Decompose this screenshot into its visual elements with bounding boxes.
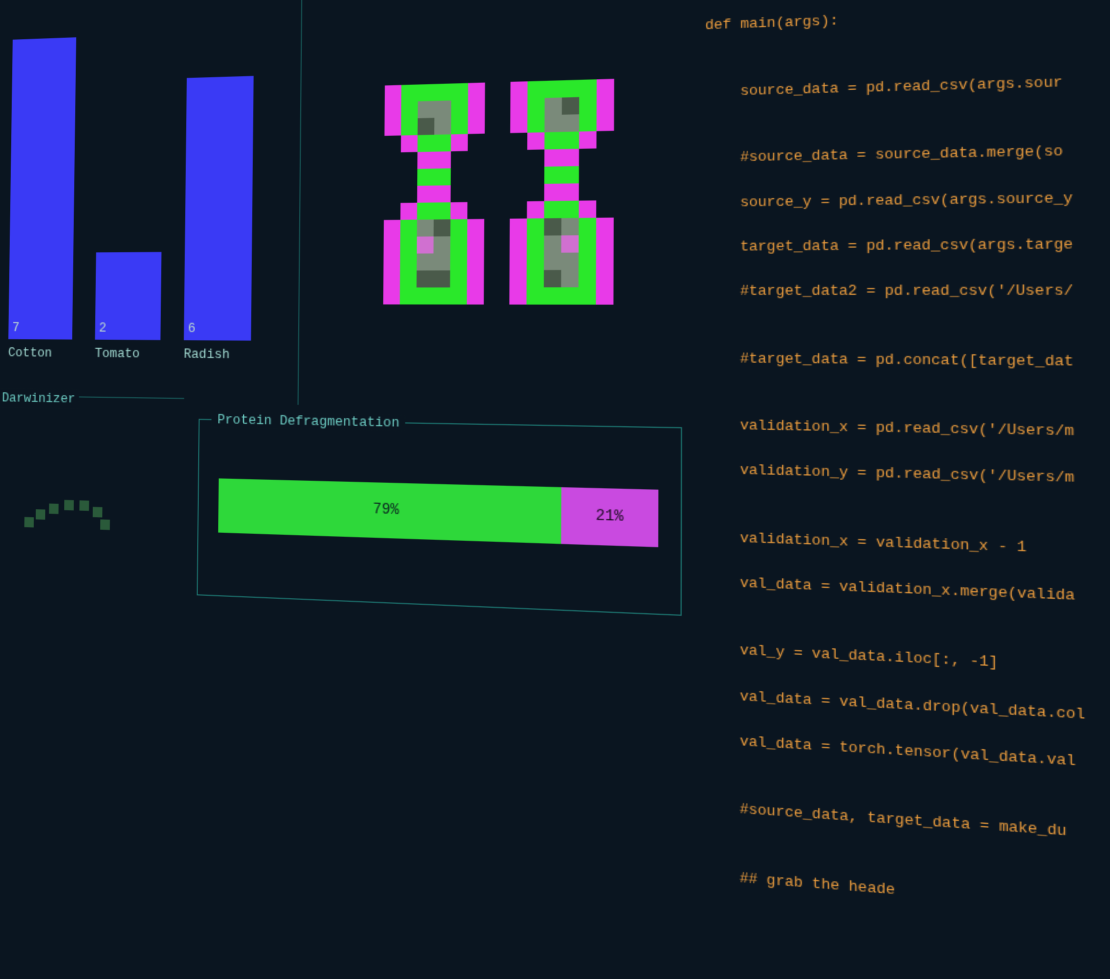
protein-defrag-panel: Protein Defragmentation 79% 21%: [197, 419, 682, 616]
code-line: val_y = val_data.iloc[:, -1]: [704, 638, 1110, 687]
bar-radish: 6 Radish: [184, 76, 256, 363]
code-line: validation_y = pd.read_csv('/Users/m: [704, 459, 1110, 495]
bar-tomato: 2 Tomato: [95, 252, 164, 362]
chromosome-panel: [309, 0, 694, 411]
darwinizer-panel: Darwinizer: [0, 395, 184, 605]
code-line: source_data = pd.read_csv(args.sour: [705, 66, 1110, 103]
protein-seg-a-label: 79%: [373, 502, 399, 520]
protein-seg-b-label: 21%: [596, 508, 624, 526]
darwinizer-title: Darwinizer: [0, 388, 79, 408]
chromosome-right-icon: [509, 79, 614, 305]
code-line: [704, 504, 1110, 519]
spiral-icon: [15, 446, 130, 551]
protein-title: Protein Defragmentation: [211, 412, 405, 431]
code-line: def main(args):: [705, 0, 1110, 37]
code-line: #target_data = pd.concat([target_dat: [705, 347, 1110, 375]
bar-label: Radish: [184, 346, 230, 362]
bar-label: Cotton: [8, 345, 52, 360]
code-line: validation_x = validation_x - 1: [704, 526, 1110, 567]
code-line: ## grab the heade: [704, 864, 1110, 929]
code-line: [705, 392, 1110, 399]
code-line: source_y = pd.read_csv(args.source_y: [705, 184, 1110, 214]
code-line: #source_data, target_data = make_du: [704, 796, 1110, 856]
code-editor[interactable]: if torch.c def main(args): source_data =…: [704, 0, 1110, 658]
chromosome-pair-icon: [383, 79, 614, 305]
protein-segment-b: 21%: [561, 487, 658, 547]
code-line: [705, 113, 1110, 125]
code-line: val_data = val_data.drop(val_data.col: [704, 683, 1110, 735]
code-line: #source_data = source_data.merge(so: [705, 137, 1110, 170]
code-line: [705, 325, 1110, 327]
bar-value: 6: [188, 321, 196, 336]
chromosome-left-icon: [383, 83, 485, 305]
protein-segment-a: 79%: [218, 478, 561, 544]
code-line: validation_x = pd.read_csv('/Users/m: [705, 414, 1110, 446]
bar-label: Tomato: [95, 346, 140, 362]
bar-value: 7: [12, 320, 19, 335]
code-line: #target_data2 = pd.read_csv('/Users/: [705, 279, 1110, 303]
bar-chart-panel: 7 Cotton 2 Tomato 6 Radish: [7, 0, 302, 405]
bar-value: 2: [99, 320, 107, 335]
bar-cotton: 7 Cotton: [8, 37, 78, 361]
code-line: val_data = torch.tensor(val_data.val: [704, 729, 1110, 784]
protein-bar: 79% 21%: [218, 478, 658, 547]
code-line: [704, 616, 1110, 639]
code-line: target_data = pd.read_csv(args.targe: [705, 232, 1110, 258]
bar-chart: 7 Cotton 2 Tomato 6 Radish: [8, 10, 282, 363]
code-line: [705, 43, 1110, 60]
